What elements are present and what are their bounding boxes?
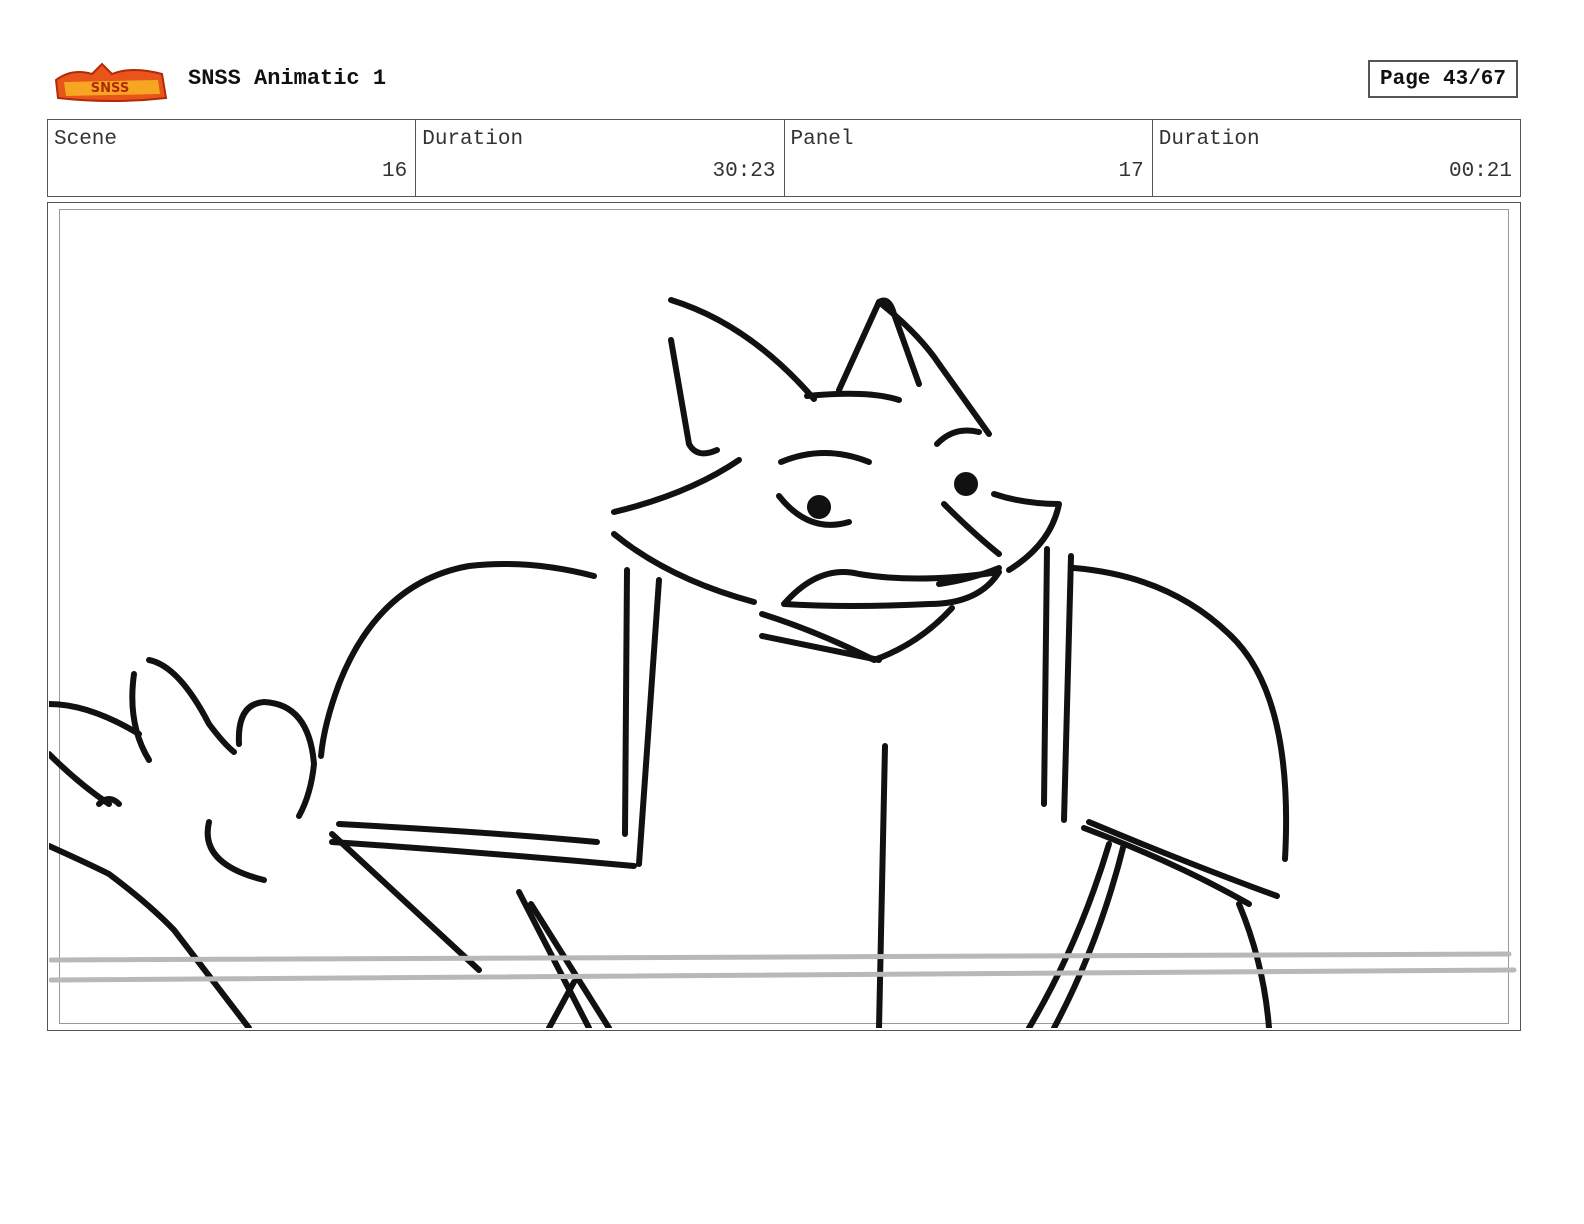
panel-value: 17: [1118, 160, 1144, 183]
panel-duration-cell: Duration 00:21: [1153, 120, 1520, 196]
svg-text:SNSS: SNSS: [91, 81, 129, 96]
scene-duration-label: Duration: [422, 128, 524, 151]
scene-value: 16: [382, 160, 408, 183]
page-indicator: Page 43/67: [1368, 60, 1518, 98]
panel-label: Panel: [790, 128, 854, 151]
panel-cell: Panel 17: [785, 120, 1153, 196]
document-title: SNSS Animatic 1: [188, 66, 387, 91]
scene-cell: Scene 16: [48, 120, 417, 196]
panel-duration-label: Duration: [1158, 128, 1260, 151]
scene-duration-cell: Duration 30:23: [416, 120, 785, 196]
scene-duration-value: 30:23: [712, 160, 776, 183]
show-logo-icon: SNSS: [54, 62, 168, 102]
scene-label: Scene: [54, 128, 118, 151]
panel-duration-value: 00:21: [1448, 160, 1512, 183]
panel-info-table: Scene 16 Duration 30:23 Panel 17 Duratio…: [47, 119, 1521, 197]
storyboard-sketch-icon: [49, 297, 1517, 1028]
